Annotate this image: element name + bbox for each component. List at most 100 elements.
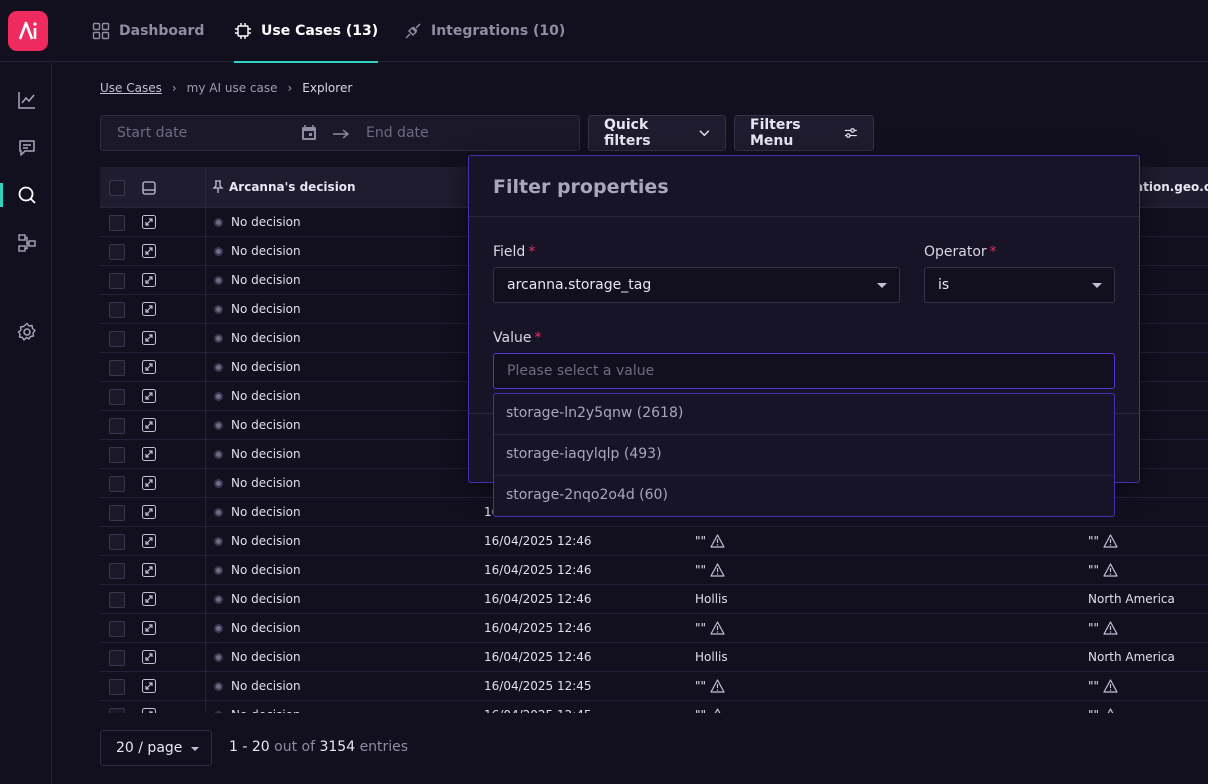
geo-cell-value: "": [1088, 679, 1100, 693]
columns-icon[interactable]: [142, 181, 156, 195]
expand-icon[interactable]: [142, 389, 156, 403]
row-checkbox[interactable]: [109, 679, 125, 695]
chart-line-icon[interactable]: [17, 90, 37, 110]
value-select-input[interactable]: Please select a value: [493, 353, 1115, 389]
row-checkbox[interactable]: [109, 476, 125, 492]
table-row[interactable]: No decision 16/04/2025 12:45 "" "": [100, 672, 1208, 701]
breadcrumb-explorer: Explorer: [302, 81, 353, 95]
select-all-checkbox[interactable]: [109, 180, 125, 196]
field-select[interactable]: arcanna.storage_tag: [493, 267, 900, 303]
expand-icon[interactable]: [142, 708, 156, 713]
quick-filters-button[interactable]: Quick filters: [588, 115, 726, 151]
row-checkbox[interactable]: [109, 331, 125, 347]
expand-icon[interactable]: [142, 302, 156, 316]
calendar-icon[interactable]: [300, 124, 318, 142]
timestamp-cell: 16/04/2025 12:46: [484, 534, 592, 548]
app-logo[interactable]: [8, 11, 48, 51]
decision-cell: No decision: [231, 679, 301, 693]
expand-icon[interactable]: [142, 447, 156, 461]
tab-dashboard[interactable]: Dashboard: [92, 0, 204, 62]
pin-icon[interactable]: [212, 180, 224, 194]
decision-cell: No decision: [231, 563, 301, 577]
chat-icon[interactable]: [17, 138, 37, 158]
table-row[interactable]: No decision 16/04/2025 12:46 "" "": [100, 527, 1208, 556]
warning-icon: [1103, 621, 1118, 635]
row-checkbox[interactable]: [109, 592, 125, 608]
breadcrumb-use-cases[interactable]: Use Cases: [100, 81, 162, 95]
row-checkbox[interactable]: [109, 360, 125, 376]
filters-menu-button[interactable]: Filters Menu: [734, 115, 874, 151]
row-checkbox[interactable]: [109, 215, 125, 231]
start-date-input[interactable]: Start date: [117, 125, 187, 141]
row-checkbox[interactable]: [109, 708, 125, 713]
column-divider: [205, 556, 206, 585]
expand-icon[interactable]: [142, 360, 156, 374]
column-divider: [205, 701, 206, 713]
expand-icon[interactable]: [142, 592, 156, 606]
breadcrumb-separator: ›: [171, 81, 177, 95]
tab-integrations[interactable]: Integrations (10): [404, 0, 565, 62]
column-divider: [205, 167, 206, 208]
expand-icon[interactable]: [142, 418, 156, 432]
row-checkbox[interactable]: [109, 534, 125, 550]
date-range-picker[interactable]: Start date End date: [100, 115, 580, 151]
column-header-decision[interactable]: Arcanna's decision: [229, 180, 356, 194]
table-row[interactable]: No decision 16/04/2025 12:45 "" "": [100, 701, 1208, 713]
expand-icon[interactable]: [142, 476, 156, 490]
value-option[interactable]: storage-2nqo2o4d (60): [494, 476, 1114, 517]
expand-icon[interactable]: [142, 215, 156, 229]
row-checkbox[interactable]: [109, 650, 125, 666]
workflow-icon[interactable]: [17, 233, 37, 253]
row-checkbox[interactable]: [109, 389, 125, 405]
breadcrumb-separator: ›: [287, 81, 293, 95]
expand-icon[interactable]: [142, 650, 156, 664]
expand-icon[interactable]: [142, 505, 156, 519]
row-checkbox[interactable]: [109, 273, 125, 289]
row-checkbox[interactable]: [109, 418, 125, 434]
geo-cell-value: "": [1088, 621, 1100, 635]
settings-gear-icon[interactable]: [17, 322, 37, 342]
value-option[interactable]: storage-iaqylqlp (493): [494, 435, 1114, 476]
warning-icon: [1103, 679, 1118, 693]
expand-icon[interactable]: [142, 331, 156, 345]
warning-icon: [1107, 708, 1114, 713]
row-checkbox[interactable]: [109, 505, 125, 521]
tab-use-cases[interactable]: Use Cases (13): [234, 0, 379, 63]
expand-icon[interactable]: [142, 679, 156, 693]
column-divider: [205, 614, 206, 643]
logo-icon: [18, 21, 37, 40]
table-row[interactable]: No decision 16/04/2025 12:46 Hollis North A…: [100, 643, 1208, 672]
value-option[interactable]: storage-ln2y5qnw (2618): [494, 394, 1114, 435]
row-checkbox[interactable]: [109, 244, 125, 260]
end-date-input[interactable]: End date: [366, 125, 429, 141]
expand-icon[interactable]: [142, 621, 156, 635]
decision-status-dot: [214, 392, 223, 401]
decision-status-dot: [214, 363, 223, 372]
breadcrumb: Use Cases › my AI use case › Explorer: [100, 81, 352, 95]
table-row[interactable]: No decision 16/04/2025 12:46 "" "": [100, 556, 1208, 585]
search-icon[interactable]: [17, 185, 37, 205]
city-cell-value: "": [695, 534, 707, 548]
table-row[interactable]: No decision 16/04/2025 12:46 "" "": [100, 614, 1208, 643]
row-checkbox[interactable]: [109, 563, 125, 579]
expand-icon[interactable]: [142, 273, 156, 287]
column-divider: [205, 208, 206, 237]
expand-icon[interactable]: [142, 563, 156, 577]
decision-status-dot: [214, 450, 223, 459]
geo-cell: "": [1088, 708, 1118, 713]
table-row[interactable]: No decision 16/04/2025 12:46 Hollis North A…: [100, 585, 1208, 614]
geo-cell-value: "": [1088, 708, 1099, 713]
timestamp-cell: 16/04/2025 12:45: [484, 708, 592, 713]
decision-cell: No decision: [231, 389, 301, 403]
row-checkbox[interactable]: [109, 447, 125, 463]
geo-cell: "": [1088, 679, 1118, 693]
page-size-select[interactable]: 20 / page: [100, 730, 212, 766]
caret-down-icon: [877, 283, 887, 288]
operator-select[interactable]: is: [924, 267, 1115, 303]
column-header-geo[interactable]: ation.geo.co: [1135, 180, 1208, 194]
row-checkbox[interactable]: [109, 302, 125, 318]
expand-icon[interactable]: [142, 244, 156, 258]
breadcrumb-use-case[interactable]: my AI use case: [187, 81, 278, 95]
expand-icon[interactable]: [142, 534, 156, 548]
row-checkbox[interactable]: [109, 621, 125, 637]
